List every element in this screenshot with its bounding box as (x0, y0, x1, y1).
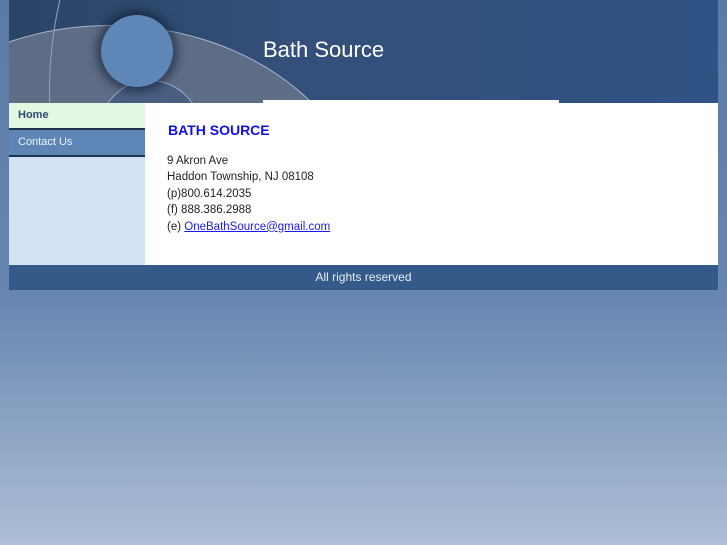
page-heading: BATH SOURCE (168, 122, 270, 138)
email-link[interactable]: OneBathSource@gmail.com (184, 221, 330, 233)
nav-item-home[interactable]: Home (9, 103, 145, 130)
street-address: 9 Akron Ave (167, 155, 229, 167)
site-header: Bath Source (9, 0, 718, 103)
header-circle-graphic (101, 15, 173, 87)
main-content: BATH SOURCE 9 Akron Ave Haddon Township,… (145, 103, 718, 265)
contact-info: 9 Akron Ave Haddon Township, NJ 08108 (p… (167, 153, 330, 235)
sidebar-nav: Home Contact Us (9, 103, 145, 265)
email-prefix: (e) (167, 220, 182, 233)
fax-number: (f) 888.386.2988 (167, 204, 252, 217)
site-title: Bath Source (263, 37, 385, 62)
city-state-zip: Haddon Township, NJ 08108 (167, 171, 314, 184)
site-footer: All rights reserved (9, 265, 718, 290)
phone-number: (p)800.614.2035 (167, 187, 252, 200)
email-line: (e) OneBathSource@gmail.com (167, 219, 330, 235)
nav-item-contact-us[interactable]: Contact Us (9, 130, 145, 157)
